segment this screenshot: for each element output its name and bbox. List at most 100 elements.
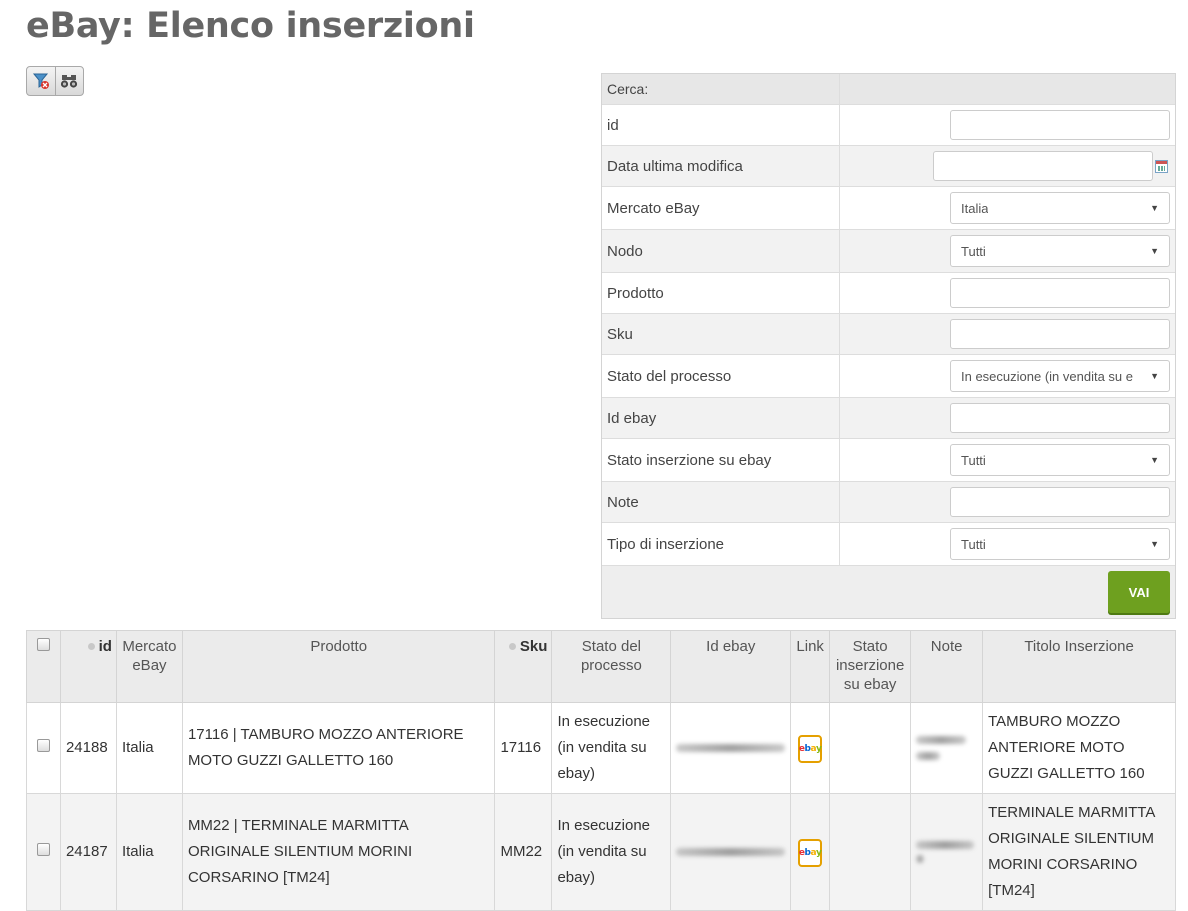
cell-stato-processo: In esecuzione (in vendita su ebay) [551, 793, 672, 911]
chevron-down-icon: ▼ [1150, 371, 1159, 381]
col-stato-processo[interactable]: Stato del processo [551, 630, 672, 703]
stato-processo-select-value: In esecuzione (in vendita su e [961, 368, 1133, 384]
stato-inserzione-label: Stato inserzione su ebay [602, 439, 840, 481]
cell-stato-inserzione [829, 793, 912, 911]
search-panel: Cerca: id Data ultima modifica Mercato e… [601, 73, 1176, 619]
note-input[interactable] [950, 487, 1170, 517]
search-button[interactable] [54, 67, 84, 95]
col-prodotto[interactable]: Prodotto [181, 630, 496, 703]
search-row-id-ebay: Id ebay [602, 398, 1175, 439]
redacted-note [916, 841, 975, 849]
redacted-note [916, 736, 967, 744]
row-checkbox-cell [26, 793, 61, 911]
col-link: Link [790, 630, 831, 703]
search-header-label: Cerca: [602, 74, 840, 104]
nodo-label: Nodo [602, 230, 840, 272]
search-row-mercato: Mercato eBay Italia ▼ [602, 187, 1175, 230]
row-checkbox-cell [26, 702, 61, 794]
prodotto-input[interactable] [950, 278, 1170, 308]
search-header: Cerca: [602, 74, 1175, 105]
cell-titolo: TAMBURO MOZZO ANTERIORE MOTO GUZZI GALLE… [982, 702, 1176, 794]
mercato-label: Mercato eBay [602, 187, 840, 229]
id-input[interactable] [950, 110, 1170, 140]
search-row-prodotto: Prodotto [602, 273, 1175, 314]
calendar-icon[interactable] [1155, 159, 1168, 173]
cell-id: 24187 [59, 793, 117, 911]
binoculars-icon [61, 75, 78, 88]
stato-inserzione-select[interactable]: Tutti ▼ [950, 444, 1170, 476]
filter-remove-icon [32, 73, 49, 89]
row-checkbox[interactable] [36, 843, 50, 856]
page-title: eBay: Elenco inserzioni [26, 6, 475, 46]
chevron-down-icon: ▼ [1150, 539, 1159, 549]
col-sku-label: Sku [519, 638, 548, 655]
ebay-logo-icon[interactable]: ebay [798, 838, 823, 867]
cell-link: ebay [790, 793, 831, 911]
col-stato-inserzione[interactable]: Stato inserzione su ebay [829, 630, 912, 703]
redacted-note [916, 855, 925, 863]
stato-processo-label: Stato del processo [602, 355, 840, 397]
sku-label: Sku [602, 314, 840, 354]
nodo-select-value: Tutti [961, 243, 986, 259]
cell-link: ebay [790, 702, 831, 794]
table-header: id Mercato eBay Prodotto Sku Stato del p… [26, 630, 1176, 703]
ebay-logo-icon[interactable]: ebay [798, 734, 823, 763]
note-label: Note [602, 482, 840, 522]
redacted-id-ebay [676, 848, 786, 856]
tipo-label: Tipo di inserzione [602, 523, 840, 565]
stato-processo-select[interactable]: In esecuzione (in vendita su e ▼ [950, 360, 1170, 392]
search-row-note: Note [602, 482, 1175, 523]
col-note[interactable]: Note [910, 630, 984, 703]
col-id[interactable]: id [59, 630, 117, 703]
search-row-stato-inserzione: Stato inserzione su ebay Tutti ▼ [602, 439, 1175, 482]
search-row-tipo: Tipo di inserzione Tutti ▼ [602, 523, 1175, 566]
prodotto-label: Prodotto [602, 273, 840, 313]
select-all-checkbox[interactable] [36, 638, 50, 651]
sku-input[interactable] [950, 319, 1170, 349]
cell-id-ebay [670, 793, 792, 911]
col-id-ebay[interactable]: Id ebay [670, 630, 792, 703]
search-row-stato-processo: Stato del processo In esecuzione (in ven… [602, 355, 1175, 398]
table-row[interactable]: 24187 Italia MM22 | TERMINALE MARMITTA O… [26, 793, 1176, 911]
mercato-select[interactable]: Italia ▼ [950, 192, 1170, 224]
row-checkbox[interactable] [36, 739, 50, 752]
search-row-id: id [602, 105, 1175, 146]
date-input[interactable] [933, 151, 1153, 181]
id-ebay-label: Id ebay [602, 398, 840, 438]
col-mercato[interactable]: Mercato eBay [115, 630, 183, 703]
stato-inserzione-select-value: Tutti [961, 452, 986, 468]
chevron-down-icon: ▼ [1150, 455, 1159, 465]
cell-id-ebay [670, 702, 792, 794]
search-row-sku: Sku [602, 314, 1175, 355]
nodo-select[interactable]: Tutti ▼ [950, 235, 1170, 267]
tipo-select[interactable]: Tutti ▼ [950, 528, 1170, 560]
mercato-select-value: Italia [961, 200, 989, 216]
chevron-down-icon: ▼ [1150, 203, 1159, 213]
chevron-down-icon: ▼ [1150, 246, 1159, 256]
reset-filter-button[interactable] [27, 67, 55, 95]
cell-mercato: Italia [115, 793, 183, 911]
col-titolo[interactable]: Titolo Inserzione [982, 630, 1176, 703]
submit-button[interactable]: VAI [1108, 571, 1170, 613]
results-table: id Mercato eBay Prodotto Sku Stato del p… [26, 630, 1176, 911]
cell-note [910, 702, 984, 794]
search-row-nodo: Nodo Tutti ▼ [602, 230, 1175, 273]
cell-titolo: TERMINALE MARMITTA ORIGINALE SILENTIUM M… [982, 793, 1176, 911]
col-sku[interactable]: Sku [494, 630, 553, 703]
search-row-date: Data ultima modifica [602, 146, 1175, 187]
select-all-header [26, 630, 61, 703]
sort-icon [508, 643, 516, 650]
cell-id: 24188 [59, 702, 117, 794]
tipo-select-value: Tutti [961, 536, 986, 552]
cell-stato-processo: In esecuzione (in vendita su ebay) [551, 702, 672, 794]
table-row[interactable]: 24188 Italia 17116 | TAMBURO MOZZO ANTER… [26, 702, 1176, 794]
id-ebay-input[interactable] [950, 403, 1170, 433]
cell-prodotto: MM22 | TERMINALE MARMITTA ORIGINALE SILE… [181, 793, 496, 911]
cell-sku: MM22 [494, 793, 553, 911]
search-actions: VAI [602, 566, 1175, 613]
col-id-label: id [98, 638, 112, 655]
cell-note [910, 793, 984, 911]
cell-prodotto: 17116 | TAMBURO MOZZO ANTERIORE MOTO GUZ… [181, 702, 496, 794]
sort-icon [87, 643, 95, 650]
toolbar [26, 66, 84, 96]
